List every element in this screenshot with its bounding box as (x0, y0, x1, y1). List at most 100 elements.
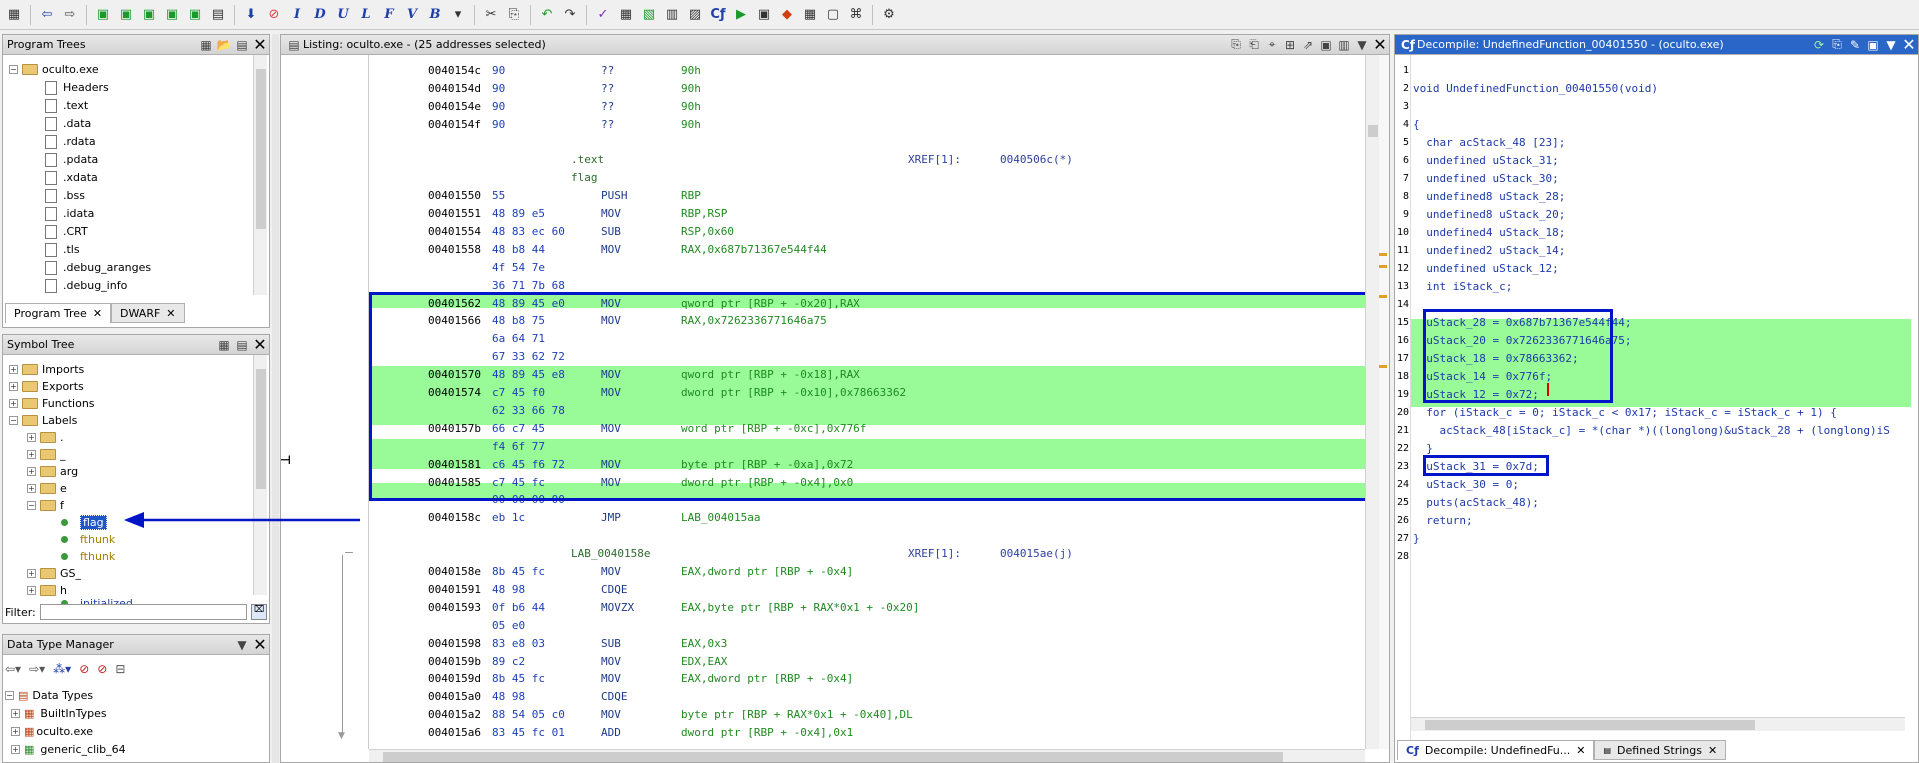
close-icon[interactable]: ✕ (1708, 744, 1717, 757)
window-icon[interactable]: ▢ (823, 5, 843, 25)
listing-row[interactable]: 004015a2 88 54 05 c0 MOV byte ptr [RBP + RA… (281, 707, 1361, 722)
navigate-function-icon[interactable]: ▣ (162, 5, 182, 25)
toolbar-letter-d[interactable]: D (310, 5, 330, 25)
toolbar-letter-v[interactable]: V (402, 5, 422, 25)
filter-off-icon[interactable]: ⊘ (79, 662, 89, 676)
snapshot-icon[interactable]: ▣ (1317, 37, 1335, 53)
label-folder[interactable]: − f (27, 497, 64, 514)
bytes-icon[interactable]: ▦ (616, 5, 636, 25)
forward-arrow-icon[interactable]: ⇨ (60, 5, 80, 25)
listing-row[interactable]: flag (281, 170, 1361, 185)
tree-icon[interactable]: ⌘ (846, 5, 866, 25)
plugin-icon[interactable]: ⚙ (879, 5, 899, 25)
close-icon[interactable]: ✕ (1371, 35, 1389, 54)
decompile-line[interactable]: 7 undefined uStack_30; (1395, 171, 1905, 186)
layout-icon[interactable]: ▥ (1335, 37, 1353, 53)
cursor-icon[interactable]: ⌖ (1263, 37, 1281, 53)
decompile-line[interactable]: 4{ (1395, 117, 1905, 132)
open-tree-icon[interactable]: ▦ (197, 37, 215, 53)
tree-item[interactable]: .CRT (45, 223, 88, 240)
forward-arrow-icon[interactable]: ⇨▾ (29, 662, 45, 676)
decompile-line[interactable]: 26 return; (1395, 513, 1905, 528)
copy-icon[interactable]: ⎘ (1828, 37, 1846, 53)
listing-row[interactable]: 00401551 48 89 e5 MOV RBP,RSP (281, 206, 1361, 221)
listing-row[interactable]: 05 e0 (281, 618, 1361, 633)
refresh-tree-icon[interactable]: ▤ (233, 37, 251, 53)
expand-icon[interactable]: + (27, 450, 36, 459)
symbol-category[interactable]: − Labels (9, 412, 77, 429)
close-icon[interactable]: ✕ (251, 35, 269, 54)
decompile-line[interactable]: 5 char acStack_48 [23]; (1395, 135, 1905, 150)
decompile-line[interactable]: 28 (1395, 549, 1905, 564)
folder-open-icon[interactable]: 📂 (215, 37, 233, 53)
bookmark-icon[interactable]: ▤ (208, 5, 228, 25)
menu-dropdown-icon[interactable]: ▼ (1882, 37, 1900, 53)
collapse-icon[interactable]: − (5, 691, 14, 700)
dtm-item[interactable]: + ▦ generic_clib_64 (11, 741, 126, 758)
close-icon[interactable]: ✕ (1576, 744, 1585, 757)
cut-icon[interactable]: ✂ (481, 5, 501, 25)
expand-icon[interactable]: + (11, 709, 20, 718)
console-icon[interactable]: ▣ (754, 5, 774, 25)
expand-icon[interactable]: + (9, 365, 18, 374)
listing-row[interactable]: 0040158e 8b 45 fc MOV EAX,dword ptr [RBP + … (281, 564, 1361, 579)
expand-icon[interactable]: + (11, 745, 20, 754)
listing-row[interactable]: 4f 54 7e (281, 260, 1361, 275)
listing-row[interactable]: 0040159b 89 c2 MOV EDX,EAX (281, 654, 1361, 669)
decompile-icon[interactable]: Cƒ (708, 5, 728, 25)
edit-icon[interactable]: ✎ (1846, 37, 1864, 53)
diamond-icon[interactable]: ◆ (777, 5, 797, 25)
field-icon[interactable]: ⊞ (1281, 37, 1299, 53)
listing-row[interactable]: 0040158c eb 1c JMP LAB_004015aa (281, 511, 1361, 526)
copy-icon[interactable]: ⎘ (504, 5, 524, 25)
tab-defined-strings[interactable]: ▤ Defined Strings ✕ (1594, 740, 1727, 760)
copy-icon[interactable]: ⎘ (1227, 37, 1245, 53)
decompile-line[interactable]: 21 acStack_48[iStack_c] = *(char *)((lon… (1395, 423, 1905, 438)
listing-row[interactable] (281, 135, 1361, 150)
label-folder[interactable]: + _ (27, 446, 66, 463)
listing-row[interactable]: LAB_0040158e XREF[1]: 004015ae(j) (281, 546, 1361, 561)
listing-row[interactable]: 0040154f 90?? 90h (281, 117, 1361, 132)
tree-item[interactable]: .text (45, 97, 88, 114)
decompile-line[interactable]: 10 undefined4 uStack_18; (1395, 225, 1905, 240)
decompile-line[interactable]: 25 puts(acStack_48); (1395, 495, 1905, 510)
symbol-flag[interactable]: flag (61, 514, 107, 531)
decompile-line[interactable]: 22 } (1395, 441, 1905, 456)
navigate-instruction-icon[interactable]: ▣ (185, 5, 205, 25)
symbol-fthunk[interactable]: fthunk (61, 531, 115, 548)
listing-row[interactable]: 0040154e 90?? 90h (281, 99, 1361, 114)
listing-hscrollbar[interactable] (369, 749, 1365, 762)
check-icon[interactable]: ✓ (593, 5, 613, 25)
create-label-icon[interactable]: ▦ (215, 337, 233, 353)
tree-item[interactable]: .pdata (45, 151, 98, 168)
decompile-line[interactable]: 24 uStack_30 = 0; (1395, 477, 1905, 492)
label-folder[interactable]: + e (27, 480, 67, 497)
dtm-item[interactable]: + ▦ BuiltInTypes (11, 705, 107, 722)
toolbar-letter-f[interactable]: F (379, 5, 399, 25)
stop-icon[interactable]: ⊘ (264, 5, 284, 25)
panel-splitter[interactable] (272, 34, 279, 763)
registers-icon[interactable]: ▨ (685, 5, 705, 25)
paste-icon[interactable]: ⎗ (1245, 37, 1263, 53)
toolbar-letter-i[interactable]: I (287, 5, 307, 25)
decompile-line[interactable]: 8 undefined8 uStack_28; (1395, 189, 1905, 204)
tree-item[interactable]: .data (45, 115, 91, 132)
tree-item[interactable]: .debug_aranges (45, 259, 151, 276)
label-folder[interactable]: + arg (27, 463, 78, 480)
decompile-line[interactable]: 11 undefined2 uStack_14; (1395, 243, 1905, 258)
decompile-line[interactable]: 2 void UndefinedFunction_00401550(void) (1395, 81, 1905, 96)
tree-item[interactable]: .xdata (45, 169, 98, 186)
tab-program-tree[interactable]: Program Tree ✕ (5, 303, 112, 323)
down-arrow-icon[interactable]: ⬇ (241, 5, 261, 25)
redo-icon[interactable]: ↷ (560, 5, 580, 25)
close-icon[interactable]: ✕ (166, 307, 175, 320)
listing-row[interactable]: 00401598 83 e8 03 SUB EAX,0x3 (281, 636, 1361, 651)
decompile-line[interactable]: 27} (1395, 531, 1905, 546)
expand-icon[interactable]: + (9, 399, 18, 408)
listing-row[interactable]: 00401558 48 b8 44 MOV RAX,0x687b71367e544f4… (281, 242, 1361, 257)
decompile-line[interactable]: 12 undefined uStack_12; (1395, 261, 1905, 276)
collapse-icon[interactable]: − (9, 416, 18, 425)
tree-root[interactable]: − oculto.exe (9, 61, 99, 78)
navigate-data-icon[interactable]: ▣ (139, 5, 159, 25)
graph-icon[interactable]: ⇗ (1299, 37, 1317, 53)
